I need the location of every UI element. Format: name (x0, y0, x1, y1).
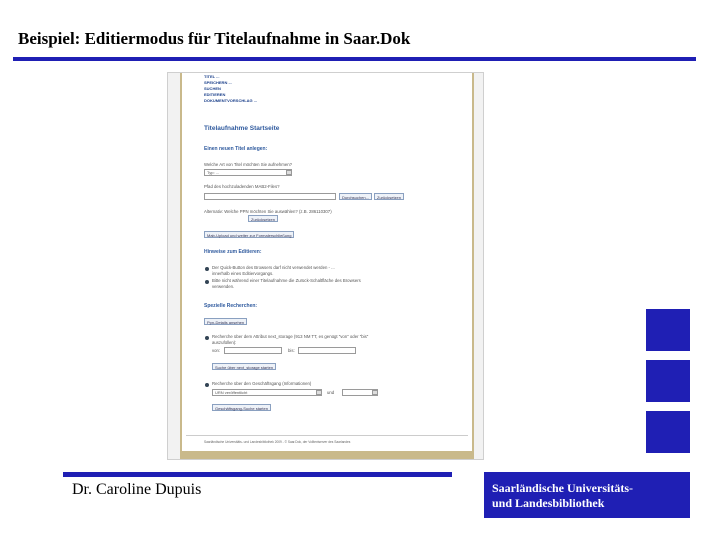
chevron-down-icon[interactable] (372, 390, 378, 395)
mab-upload-button[interactable]: Mab-Upload und weiter zur Formalerschlie… (204, 231, 295, 238)
und-label: und (327, 390, 335, 395)
bis-label: bis: (288, 348, 295, 353)
ppn-details-button[interactable]: Ppn-Details ansehen (204, 318, 248, 325)
nav-link-title[interactable]: TITEL ... (204, 75, 219, 79)
urn-select[interactable]: URN veröffentlicht (212, 389, 322, 396)
bullet-icon (205, 280, 209, 284)
business-text: Recherche über den Geschäftsgang (Inform… (212, 381, 312, 386)
hint-item-2: Bitte nicht während einer Titelaufnahme … (212, 278, 361, 283)
hint-item-1: Der Quick-Button des Browsers darf nicht… (212, 265, 335, 270)
new-title-question: Welche Art von Titel möchten Sie aufnehm… (204, 162, 293, 167)
hint-item-1-cont: innerhalb eines Editiervorgangs. (212, 271, 274, 276)
institution-line-2: und Landesbibliothek (492, 496, 605, 510)
footer-rule (63, 472, 452, 477)
institution-box: Saarländische Universitäts- und Landesbi… (484, 472, 690, 518)
nav-link-search[interactable]: SUCHEN (204, 87, 221, 91)
slide-title: Beispiel: Editiermodus für Titelaufnahme… (18, 29, 411, 48)
decor-square-3 (646, 411, 690, 453)
chevron-down-icon[interactable] (316, 390, 322, 395)
chevron-down-icon[interactable] (286, 170, 292, 175)
browse-button[interactable]: Durchsuchen... (339, 193, 372, 200)
author-name: Dr. Caroline Dupuis (72, 481, 202, 498)
page-footer: Saarländische Universitäts- und Landesbi… (204, 440, 351, 444)
path-label: Pfad des hochzuladenden MAB2-Files? (204, 184, 280, 189)
next-storage-text-cont: auszufüllen): (212, 340, 237, 345)
title-rule (13, 57, 696, 61)
radio-business[interactable] (205, 383, 209, 387)
alternativ-text: Alternativ: Welche PPN möchten Sie auswä… (204, 209, 332, 214)
hints-heading: Hinweise zum Editieren: (204, 249, 262, 255)
footer-divider (186, 435, 468, 436)
von-input[interactable] (224, 347, 282, 354)
screenshot-frame: TITEL ... SPEICHERN ... SUCHEN EDITIEREN… (167, 72, 484, 460)
bottom-border (182, 451, 472, 459)
title-type-select[interactable]: Typ: ... (204, 169, 292, 176)
nav-link-suggest[interactable]: DOKUMENTVORSCHLAG ... (204, 99, 257, 103)
screenshot-page: TITEL ... SPEICHERN ... SUCHEN EDITIEREN… (180, 73, 474, 459)
reset-button[interactable]: Zurücksetzen (374, 193, 405, 200)
nav-link-edit[interactable]: EDITIEREN (204, 93, 225, 97)
von-label: von: (212, 348, 221, 353)
decor-square-1 (646, 309, 690, 351)
business-search-button[interactable]: Geschäftsgang-Suche starten (212, 404, 271, 411)
radio-next-storage[interactable] (205, 336, 209, 340)
bullet-icon (205, 267, 209, 271)
institution-line-1: Saarländische Universitäts- (492, 481, 633, 495)
next-storage-text: Recherche über dem Attribut next_storage… (212, 334, 369, 339)
ppn-reset-button[interactable]: Zurücksetzen (248, 215, 279, 222)
nav-link-save[interactable]: SPEICHERN ... (204, 81, 232, 85)
file-path-input[interactable] (204, 193, 336, 200)
decor-square-2 (646, 360, 690, 402)
hint-item-2-cont: verwenden. (212, 284, 235, 289)
institution-name: Saarländische Universitäts- und Landesbi… (492, 481, 633, 511)
next-storage-search-button[interactable]: Suche über next_storage starten (212, 363, 277, 370)
bis-input[interactable] (298, 347, 356, 354)
special-heading: Spezielle Recherchen: (204, 303, 258, 309)
page-heading: Titelaufnahme Startseite (204, 125, 280, 132)
new-title-heading: Einen neuen Titel anlegen: (204, 146, 268, 152)
